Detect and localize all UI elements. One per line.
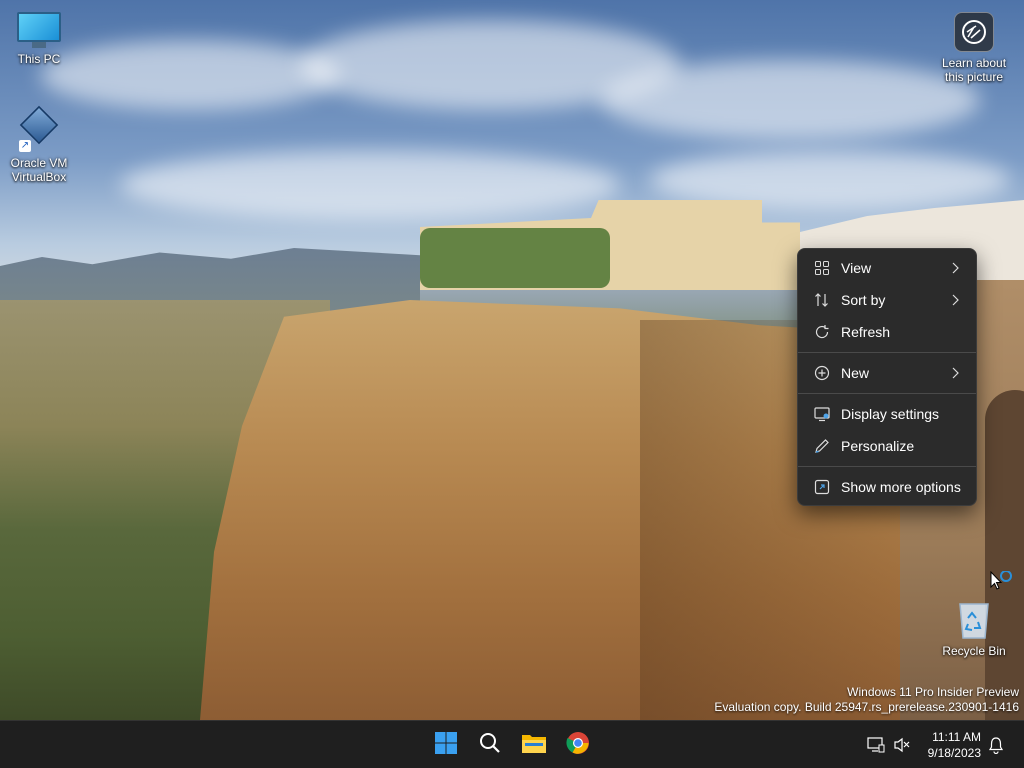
show-more-icon <box>813 478 831 496</box>
cloud <box>120 150 620 220</box>
cloud <box>40 40 340 110</box>
menu-item-personalize[interactable]: Personalize <box>798 430 976 462</box>
desktop-icon-label: This PC <box>17 52 61 66</box>
search-button[interactable] <box>472 727 508 763</box>
desktop-icon-label: Recycle Bin <box>942 644 1006 658</box>
clock-time: 11:11 AM <box>932 730 981 744</box>
desktop-icon-label: Oracle VM VirtualBox <box>10 156 68 184</box>
this-pc-icon <box>17 12 61 48</box>
chevron-right-icon <box>948 260 962 276</box>
desktop-icon-recycle-bin[interactable]: Recycle Bin <box>936 598 1012 658</box>
desktop-icon-this-pc[interactable]: This PC <box>1 12 77 66</box>
menu-item-label: New <box>841 365 870 381</box>
menu-item-sort-by[interactable]: Sort by <box>798 284 976 316</box>
watermark-line1: Windows 11 Pro Insider Preview <box>847 685 1019 699</box>
start-button[interactable] <box>428 727 464 763</box>
camera-icon <box>954 12 994 52</box>
chevron-right-icon <box>948 365 962 381</box>
cliff-top-trees <box>420 228 610 288</box>
desktop-icon-learn-about-picture[interactable]: Learn about this picture <box>936 12 1012 84</box>
chrome-button[interactable] <box>560 727 596 763</box>
bell-icon[interactable] <box>986 735 1006 755</box>
menu-item-view[interactable]: View <box>798 252 976 284</box>
clock[interactable]: 11:11 AM 9/18/2023 <box>928 729 981 761</box>
cloud <box>600 60 980 140</box>
sort-icon <box>813 291 831 309</box>
desktop-icon-virtualbox[interactable]: ↗ Oracle VM VirtualBox <box>1 105 77 184</box>
shortcut-arrow-icon: ↗ <box>19 140 31 152</box>
file-explorer-button[interactable] <box>516 727 552 763</box>
menu-separator <box>798 352 976 353</box>
pencil-icon <box>813 437 831 455</box>
menu-item-refresh[interactable]: Refresh <box>798 316 976 348</box>
menu-item-show-more-options[interactable]: Show more options <box>798 471 976 503</box>
view-grid-icon <box>813 259 831 277</box>
new-plus-icon <box>813 364 831 382</box>
chrome-icon <box>566 731 590 760</box>
refresh-icon <box>813 323 831 341</box>
volume-muted-icon[interactable] <box>892 735 912 755</box>
virtualbox-icon: ↗ <box>19 105 59 152</box>
menu-item-label: Refresh <box>841 324 891 340</box>
desktop-icon-label: Learn about this picture <box>941 56 1007 84</box>
menu-separator <box>798 393 976 394</box>
start-icon <box>434 731 458 760</box>
mouse-cursor-busy-icon <box>990 570 1016 600</box>
menu-item-label: Sort by <box>841 292 886 308</box>
menu-separator <box>798 466 976 467</box>
search-icon <box>478 731 502 760</box>
clock-date: 9/18/2023 <box>927 746 981 760</box>
menu-item-label: Display settings <box>841 406 940 422</box>
file-explorer-icon <box>521 732 547 759</box>
taskbar: 11:11 AM 9/18/2023 <box>0 720 1024 768</box>
menu-item-label: Show more options <box>841 479 961 495</box>
watermark-line2: Evaluation copy. Build 25947.rs_prerelea… <box>714 700 1019 714</box>
menu-item-display-settings[interactable]: Display settings <box>798 398 976 430</box>
display-settings-icon <box>813 405 831 423</box>
menu-item-new[interactable]: New <box>798 357 976 389</box>
evaluation-watermark: Windows 11 Pro Insider Preview Evaluatio… <box>714 685 1019 715</box>
bridge-arch <box>985 390 1024 720</box>
chevron-right-icon <box>948 292 962 308</box>
menu-item-label: Personalize <box>841 438 915 454</box>
menu-item-label: View <box>841 260 872 276</box>
recycle-bin-icon <box>956 598 992 640</box>
desktop-context-menu: View Sort by Refresh New Display setting… <box>797 248 977 506</box>
network-icon[interactable] <box>866 735 886 755</box>
